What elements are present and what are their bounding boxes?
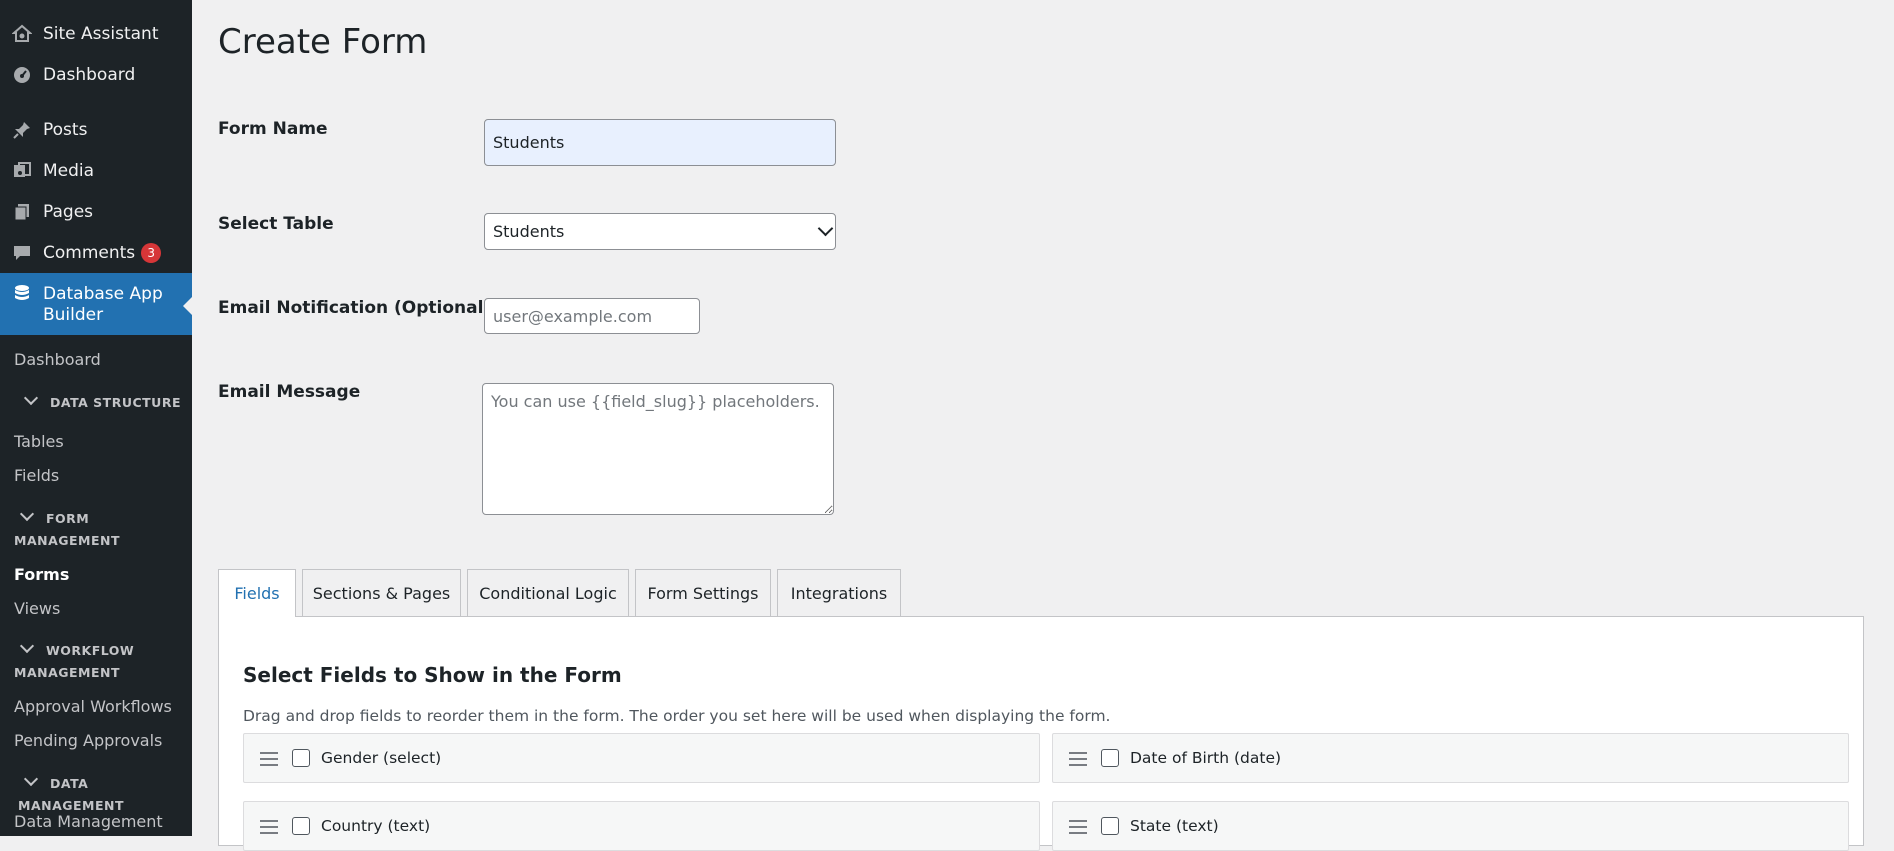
active-indicator-arrow: [183, 297, 192, 315]
drag-handle-icon[interactable]: [1069, 752, 1087, 766]
submenu-tables[interactable]: Tables: [14, 432, 64, 451]
chevron-down-icon: [23, 771, 39, 787]
email-message-textarea[interactable]: [482, 383, 834, 515]
section-toggle-workflow-management[interactable]: WORKFLOW MANAGEMENT: [14, 638, 164, 684]
field-item-label: Country (text): [321, 817, 431, 835]
submenu-forms[interactable]: Forms: [14, 565, 69, 584]
field-checkbox[interactable]: [292, 817, 310, 835]
field-item-label: Gender (select): [321, 749, 442, 767]
email-message-label: Email Message: [218, 382, 361, 402]
drag-handle-icon[interactable]: [1069, 820, 1087, 834]
fields-panel-title: Select Fields to Show in the Form: [243, 663, 622, 687]
submenu-data-management[interactable]: Data Management: [14, 812, 163, 831]
menu-item-dashboard[interactable]: Dashboard: [0, 57, 192, 93]
drag-handle-icon[interactable]: [260, 752, 278, 766]
menu-label: Comments 3: [43, 243, 162, 263]
sortable-field-item[interactable]: Date of Birth (date): [1052, 733, 1849, 783]
menu-item-comments[interactable]: Comments 3: [0, 235, 192, 271]
menu-item-posts[interactable]: Posts: [0, 112, 192, 148]
menu-label: Site Assistant: [43, 24, 159, 44]
sortable-field-item[interactable]: Gender (select): [243, 733, 1040, 783]
menu-label: Dashboard: [43, 65, 136, 85]
tab-fields[interactable]: Fields: [218, 569, 296, 617]
field-checkbox[interactable]: [292, 749, 310, 767]
database-icon: [10, 282, 34, 306]
form-name-input[interactable]: [484, 119, 836, 166]
admin-sidebar: Site Assistant Dashboard Posts Media Pag…: [0, 0, 192, 836]
submenu-fields[interactable]: Fields: [14, 466, 59, 485]
fields-tab-panel: Select Fields to Show in the Form Drag a…: [218, 616, 1864, 851]
field-item-label: State (text): [1130, 817, 1219, 835]
tab-conditional-logic[interactable]: Conditional Logic: [467, 569, 629, 616]
submenu-pending-approvals[interactable]: Pending Approvals: [14, 731, 162, 750]
chevron-down-icon: [19, 506, 35, 522]
section-toggle-data-structure[interactable]: DATA STRUCTURE: [18, 390, 181, 414]
menu-item-database-app-builder[interactable]: Database App Builder: [0, 273, 192, 335]
sortable-field-item[interactable]: Country (text): [243, 801, 1040, 851]
submenu-views[interactable]: Views: [14, 599, 60, 618]
tab-form-settings[interactable]: Form Settings: [635, 569, 771, 616]
chevron-down-icon: [19, 638, 35, 654]
menu-item-pages[interactable]: Pages: [0, 194, 192, 230]
email-notification-label: Email Notification (Optional): [218, 298, 492, 318]
submenu-approval-workflows[interactable]: Approval Workflows: [14, 697, 172, 716]
page-title: Create Form: [218, 22, 428, 62]
dashboard-gauge-icon: [10, 63, 34, 87]
comments-count-badge: 3: [141, 243, 162, 263]
fields-panel-description: Drag and drop fields to reorder them in …: [243, 707, 1111, 725]
menu-label: Posts: [43, 120, 88, 140]
pushpin-icon: [10, 118, 34, 142]
comment-bubble-icon: [10, 241, 34, 265]
tab-integrations[interactable]: Integrations: [777, 569, 901, 616]
pages-icon: [10, 200, 34, 224]
sortable-field-item[interactable]: State (text): [1052, 801, 1849, 851]
menu-label: Media: [43, 161, 95, 181]
main-content: Create Form Form Name Select Table Stude…: [192, 0, 1894, 851]
media-icon: [10, 159, 34, 183]
field-item-label: Date of Birth (date): [1130, 749, 1282, 767]
select-table-label: Select Table: [218, 214, 334, 234]
drag-handle-icon[interactable]: [260, 820, 278, 834]
field-checkbox[interactable]: [1101, 817, 1119, 835]
section-toggle-data-management[interactable]: DATA MANAGEMENT: [18, 771, 192, 817]
menu-item-media[interactable]: Media: [0, 153, 192, 189]
select-table-dropdown[interactable]: Students: [484, 213, 836, 250]
tab-sections-pages[interactable]: Sections & Pages: [302, 569, 461, 616]
section-toggle-form-management[interactable]: FORM MANAGEMENT: [14, 506, 164, 552]
submenu-dashboard[interactable]: Dashboard: [14, 350, 101, 369]
menu-label: Pages: [43, 202, 94, 222]
menu-label: Database App Builder: [43, 284, 163, 325]
home-gear-icon: [10, 22, 34, 46]
chevron-down-icon: [23, 390, 39, 406]
form-name-label: Form Name: [218, 119, 328, 139]
menu-item-site-assistant[interactable]: Site Assistant: [0, 16, 192, 52]
field-checkbox[interactable]: [1101, 749, 1119, 767]
email-notification-input[interactable]: [484, 298, 700, 334]
